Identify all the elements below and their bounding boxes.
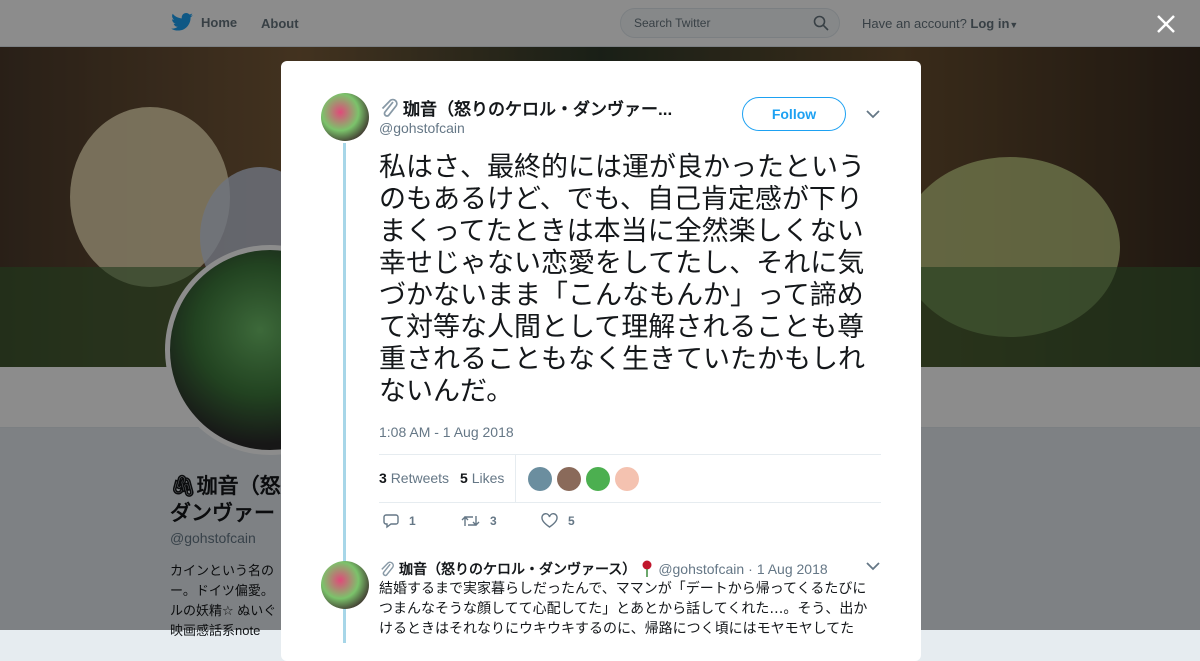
paperclip-icon xyxy=(381,561,394,577)
tweet-modal: 珈音（怒りのケロル・ダンヴァー... @gohstofcain Follow 私… xyxy=(281,61,921,661)
retweet-icon xyxy=(461,516,480,526)
author-name[interactable]: 珈音（怒りのケロル・ダンヴァー... xyxy=(403,95,672,120)
reply-author-avatar[interactable] xyxy=(321,561,369,609)
author-avatar[interactable] xyxy=(321,93,369,141)
liker-avatar[interactable] xyxy=(528,467,552,491)
tweet-text: 私はさ、最終的には運が良かったというのもあるけど、でも、自己肯定感が下りまくって… xyxy=(379,152,865,407)
reply-icon xyxy=(383,514,399,529)
more-options-chevron-icon[interactable] xyxy=(866,109,880,119)
reply-button[interactable]: 1 xyxy=(383,513,416,529)
like-count: 5 xyxy=(568,514,575,528)
likes-stat[interactable]: 5 Likes xyxy=(460,470,504,486)
author-name-row[interactable]: 珈音（怒りのケロル・ダンヴァー... xyxy=(379,95,672,120)
like-button[interactable]: 5 xyxy=(541,513,575,529)
close-icon[interactable] xyxy=(1156,14,1176,34)
follow-button[interactable]: Follow xyxy=(742,97,846,131)
retweets-stat[interactable]: 3 Retweets xyxy=(379,470,449,486)
reply-separator: · xyxy=(748,561,753,577)
reply-header[interactable]: 珈音（怒りのケロル・ダンヴァース） @gohstofcain · 1 Aug 2… xyxy=(379,559,828,579)
likes-label: Likes xyxy=(471,470,505,486)
reply-author-handle[interactable]: @gohstofcain xyxy=(658,561,744,577)
liker-avatar[interactable] xyxy=(586,467,610,491)
liker-avatar[interactable] xyxy=(557,467,581,491)
liker-avatar[interactable] xyxy=(615,467,639,491)
retweet-button[interactable]: 3 xyxy=(461,513,497,529)
likes-count: 5 xyxy=(460,470,468,486)
author-handle[interactable]: @gohstofcain xyxy=(379,120,465,136)
paperclip-icon xyxy=(381,98,398,117)
retweet-count: 3 xyxy=(490,514,497,528)
retweets-count: 3 xyxy=(379,470,387,486)
reply-more-chevron-icon[interactable] xyxy=(866,561,880,571)
heart-icon xyxy=(541,513,558,528)
reply-author-name[interactable]: 珈音（怒りのケロル・ダンヴァース） xyxy=(399,559,636,579)
tweet-timestamp[interactable]: 1:08 AM - 1 Aug 2018 xyxy=(379,424,514,440)
stats-divider xyxy=(515,455,516,502)
reply-date[interactable]: 1 Aug 2018 xyxy=(757,561,828,577)
reply-text: 結婚するまで実家暮らしだったんで、ママンが「デートから帰ってくるたびにつまんなそ… xyxy=(379,581,868,637)
retweets-label: Retweets xyxy=(390,470,450,486)
tweet-stats: 3 Retweets 5 Likes xyxy=(379,454,881,503)
rose-icon xyxy=(642,560,652,577)
reply-count: 1 xyxy=(409,514,416,528)
